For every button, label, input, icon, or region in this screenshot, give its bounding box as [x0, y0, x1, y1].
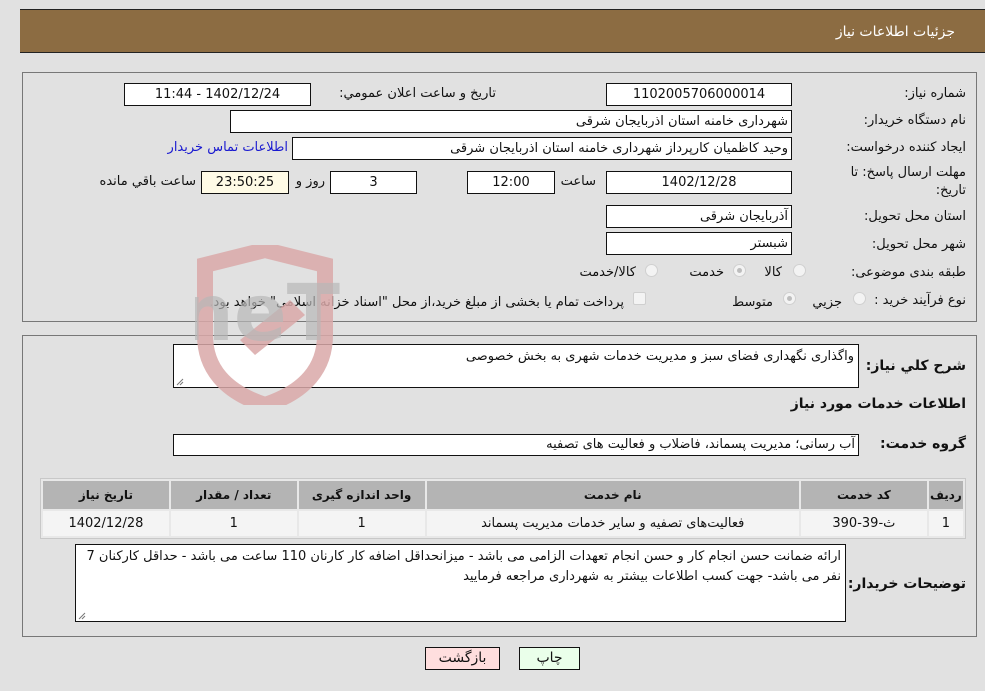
services-table: ردیف کد خدمت نام خدمت واحد اندازه گیری ت… — [40, 478, 966, 539]
description-text: واگذاری نگهداری فضای سبز و مدیریت خدمات … — [465, 349, 854, 364]
back-button[interactable]: بازگشت — [425, 647, 500, 670]
days-remaining-field[interactable]: 3 — [330, 171, 417, 194]
service-group-label: گروه خدمت: — [880, 436, 966, 452]
process-medium-label: متوسط — [732, 295, 773, 310]
deadline-label-2: تاریخ: — [935, 183, 966, 198]
print-button[interactable]: چاپ — [519, 647, 580, 670]
category-label: طبقه بندی موضوعی: — [850, 265, 966, 280]
treasury-checkbox[interactable] — [633, 292, 646, 305]
process-radio-medium[interactable] — [783, 292, 796, 305]
buyer-org-label: نام دستگاه خریدار: — [863, 113, 966, 128]
process-label: نوع فرآیند خرید : — [874, 293, 966, 308]
service-group-field[interactable]: آب رسانی؛ مدیریت پسماند، فاضلاب و فعالیت… — [173, 434, 859, 456]
creator-label: ایجاد کننده درخواست: — [846, 140, 966, 155]
table-row: 1 ث-39-390 فعالیت‌های تصفیه و سایر خدمات… — [43, 511, 963, 536]
page-title: جزئیات اطلاعات نیاز — [835, 24, 955, 40]
announce-datetime-field[interactable]: 1402/12/24 - 11:44 — [124, 83, 311, 106]
need-number-label: شماره نیاز: — [904, 86, 966, 101]
col-service-code: کد خدمت — [800, 481, 927, 509]
category-radio-goods[interactable] — [793, 264, 806, 277]
resize-grip-icon[interactable] — [78, 612, 86, 620]
buyer-org-field[interactable]: شهرداری خامنه استان اذربایجان شرقی — [230, 110, 792, 133]
deadline-time-field[interactable]: 12:00 — [467, 171, 555, 194]
deadline-label: مهلت ارسال پاسخ: تا — [850, 165, 966, 180]
announce-label: تاریخ و ساعت اعلان عمومي: — [339, 86, 496, 101]
services-panel: شرح کلي نياز: واگذاری نگهداری فضای سبز و… — [22, 335, 977, 637]
category-service-label: خدمت — [689, 265, 724, 280]
buyer-notes-label: توضیحات خریدار: — [847, 576, 966, 592]
buyer-contact-link[interactable]: اطلاعات تماس خریدار — [168, 140, 288, 155]
col-quantity: تعداد / مقدار — [170, 481, 297, 509]
process-radio-minor[interactable] — [853, 292, 866, 305]
time-remaining-field: 23:50:25 — [201, 171, 289, 194]
province-label: استان محل تحویل: — [864, 209, 966, 224]
need-number-field[interactable]: 1102005706000014 — [606, 83, 792, 106]
col-unit: واحد اندازه گیری — [298, 481, 425, 509]
description-textarea[interactable]: واگذاری نگهداری فضای سبز و مدیریت خدمات … — [173, 344, 859, 388]
table-header-row: ردیف کد خدمت نام خدمت واحد اندازه گیری ت… — [43, 481, 963, 509]
col-service-name: نام خدمت — [426, 481, 799, 509]
category-radio-goods-service[interactable] — [645, 264, 658, 277]
deadline-date-field[interactable]: 1402/12/28 — [606, 171, 792, 194]
time-remaining-label: ساعت باقي مانده — [99, 174, 196, 189]
details-panel: شماره نیاز: 1102005706000014 تاریخ و ساع… — [22, 72, 977, 322]
category-goods-service-label: کالا/خدمت — [579, 265, 636, 280]
buyer-notes-textarea[interactable]: ارائه ضمانت حسن انجام کار و حسن انجام تع… — [75, 544, 846, 622]
city-label: شهر محل تحویل: — [871, 237, 966, 252]
cell-service-code: ث-39-390 — [800, 511, 927, 536]
process-minor-label: جزيي — [812, 295, 842, 310]
creator-field[interactable]: وحید کاظمیان کارپرداز شهرداری خامنه استا… — [292, 137, 792, 160]
resize-grip-icon[interactable] — [176, 378, 184, 386]
deadline-time-label: ساعت — [560, 174, 596, 189]
cell-unit: 1 — [298, 511, 425, 536]
page-header: جزئیات اطلاعات نیاز — [20, 9, 985, 53]
services-section-title: اطلاعات خدمات مورد نیاز — [790, 396, 966, 412]
description-label: شرح کلي نياز: — [865, 358, 966, 374]
cell-quantity: 1 — [170, 511, 297, 536]
category-goods-label: کالا — [764, 265, 782, 280]
col-row-number: ردیف — [928, 481, 963, 509]
province-field[interactable]: آذربایجان شرقی — [606, 205, 792, 228]
cell-service-name: فعالیت‌های تصفیه و سایر خدمات مدیریت پسم… — [426, 511, 799, 536]
city-field[interactable]: شبستر — [606, 232, 792, 255]
buyer-notes-text: ارائه ضمانت حسن انجام کار و حسن انجام تع… — [86, 549, 842, 584]
category-radio-service[interactable] — [733, 264, 746, 277]
cell-row-number: 1 — [928, 511, 963, 536]
col-need-date: تاریخ نیاز — [43, 481, 169, 509]
days-label: روز و — [295, 174, 325, 189]
cell-need-date: 1402/12/28 — [43, 511, 169, 536]
treasury-note: پرداخت تمام یا بخشی از مبلغ خرید،از محل … — [209, 295, 624, 310]
